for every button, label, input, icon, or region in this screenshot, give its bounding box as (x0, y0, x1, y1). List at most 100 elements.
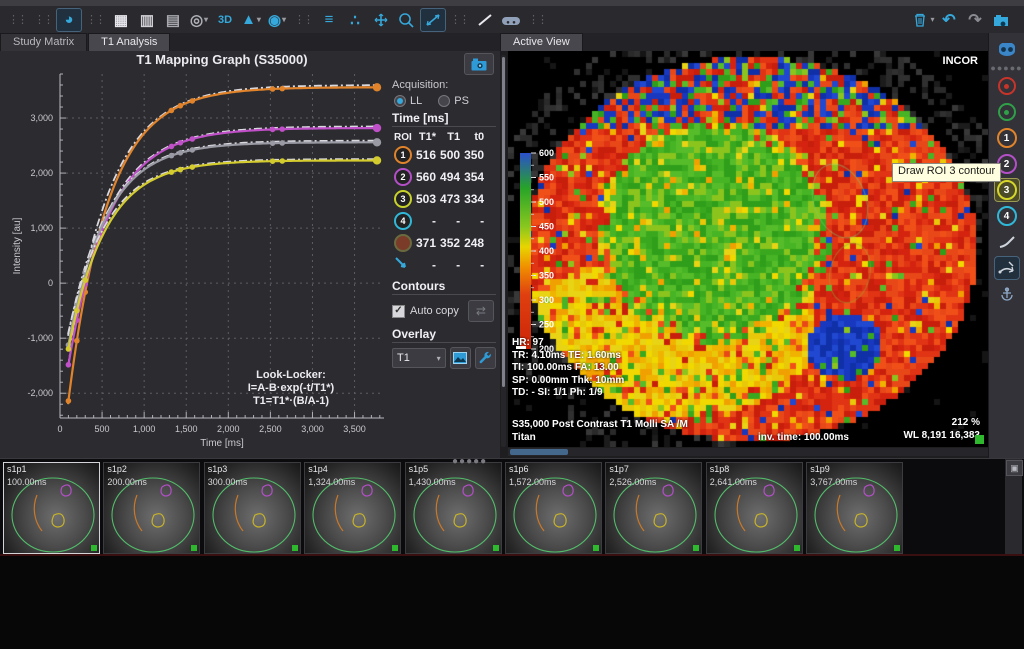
colorbar-tick-label: 450 (539, 222, 554, 232)
chevron-down-icon: ▾ (204, 15, 208, 24)
molecule-icon[interactable]: ∴ (343, 9, 367, 31)
active-view-viewport[interactable]: 600550500450400350300250200 INCOR HR: 97… (508, 51, 988, 447)
thumbnail-time: 1,324.00ms (308, 477, 355, 487)
thumbnail-status-square (493, 545, 499, 551)
thumbnail-s1p9[interactable]: s1p93,767.00ms (806, 462, 903, 554)
curve-tool[interactable] (995, 231, 1019, 253)
table-row: 371352248 (392, 232, 486, 254)
data-point (373, 83, 381, 91)
thumbnail-s1p2[interactable]: s1p2200.00ms (103, 462, 200, 554)
roi-4-button[interactable]: 4 (995, 205, 1019, 227)
value-cell: 354 (462, 166, 486, 188)
chart-title: T1 Mapping Graph (S35000) (136, 52, 307, 67)
left-tabbar: Study MatrixT1 Analysis (0, 33, 500, 51)
measure-line-icon[interactable] (473, 9, 497, 31)
toolbar-grip[interactable]: ⋮⋮ (528, 13, 546, 26)
panel-splitter-scrollbar[interactable] (501, 55, 506, 447)
filmstrip-grip[interactable]: ●●●●● (452, 456, 487, 467)
globe-icon[interactable]: ◉▾ (265, 9, 289, 31)
thumbnail-s1p6[interactable]: s1p61,572.00ms (505, 462, 602, 554)
overlay-settings-button[interactable] (475, 347, 496, 369)
undo-icon[interactable]: ↶ (937, 9, 961, 31)
chart-snapshot-button[interactable] (464, 53, 494, 75)
filmstrip-scrollbar[interactable]: ▣ (1005, 459, 1022, 555)
radio-dot (394, 95, 406, 107)
anchor-tool[interactable] (995, 283, 1019, 305)
zoom-icon[interactable] (395, 9, 419, 31)
data-point (270, 140, 276, 146)
study-matrix-icon[interactable]: ▦ (109, 9, 133, 31)
angle-tool[interactable] (995, 257, 1019, 279)
data-point (178, 103, 184, 109)
tooltip: Draw ROI 3 contour (892, 163, 1001, 182)
roi-1-button[interactable]: 1 (995, 127, 1019, 149)
thumbnail-s1p8[interactable]: s1p82,641.00ms (706, 462, 803, 554)
overlay-type-select[interactable]: T1 ▾ (392, 348, 446, 368)
roi-4-icon: 4 (394, 212, 412, 230)
coil-icon[interactable]: ◎▾ (187, 9, 211, 31)
3d-icon[interactable]: 3D (213, 9, 237, 31)
value-cell: 350 (462, 144, 486, 166)
tab-t1-analysis[interactable]: T1 Analysis (88, 33, 170, 51)
column-header: ROI (392, 130, 414, 144)
acquisition-radio-ll[interactable]: LL (394, 95, 422, 107)
redo-icon[interactable]: ↷ (963, 9, 987, 31)
scan-info-line: HR: 97 (512, 337, 624, 350)
thumbnail-time: 1,430.00ms (409, 477, 456, 487)
data-point (74, 308, 80, 314)
acquisition-radio-ps[interactable]: PS (438, 95, 469, 107)
auto-copy-checkbox[interactable]: ✓ (392, 305, 405, 318)
image-icon (453, 352, 467, 364)
tab-study-matrix[interactable]: Study Matrix (0, 33, 87, 51)
data-point (279, 86, 285, 92)
epi-contour-tool[interactable] (995, 101, 1019, 123)
toolbar-grip[interactable]: ⋮⋮ (450, 13, 468, 26)
delete-icon[interactable]: ▾ (911, 9, 935, 31)
interpolate-line-icon[interactable] (421, 9, 445, 31)
camera-icon (471, 58, 487, 71)
data-point (270, 86, 276, 92)
roi-3-button[interactable]: 3 (995, 179, 1019, 201)
roi-number-icon: 4 (997, 206, 1017, 226)
value-cell: - (462, 254, 486, 275)
tab-active-view[interactable]: Active View (500, 33, 583, 51)
roi-2-icon: 2 (394, 168, 412, 186)
overlay-map-button[interactable] (450, 347, 471, 369)
viewer-layout-icon[interactable]: ▤ (161, 9, 185, 31)
view-horizontal-scrollbar[interactable] (508, 448, 988, 456)
radio-label: LL (410, 95, 422, 107)
toolbar-grip[interactable]: ⋮⋮ (294, 13, 312, 26)
value-cell: 500 (438, 144, 462, 166)
t1-mapping-chart[interactable]: T1 Mapping Graph (S35000)05001,0001,5002… (8, 52, 394, 456)
thumbnail-s1p7[interactable]: s1p72,526.00ms (605, 462, 702, 554)
toolbar-grip[interactable]: ⋮⋮ (8, 13, 26, 26)
scan-info-line: TD: - SI: 1/1 Ph: 1/9 (512, 387, 624, 400)
patient-browser-icon[interactable]: ◕ (57, 9, 81, 31)
roi-3-icon: 3 (394, 190, 412, 208)
thumbnail-s1p1[interactable]: s1p1100.00ms (3, 462, 100, 554)
mpr-icon[interactable]: ▲▾ (239, 9, 263, 31)
thumbnail-s1p5[interactable]: s1p51,430.00ms (405, 462, 502, 554)
filmstrip: s1p1100.00mss1p2200.00mss1p3300.00mss1p4… (0, 458, 1024, 557)
toolbar-grip[interactable]: ⋮⋮ (86, 13, 104, 26)
stack-icon[interactable]: ≡ (317, 9, 341, 31)
cine-mask-icon[interactable] (499, 9, 523, 31)
endo-contour-tool[interactable] (995, 75, 1019, 97)
contour-ring-icon (998, 103, 1016, 121)
thumbnail-s1p4[interactable]: s1p41,324.00ms (304, 462, 401, 554)
snapshot-icon[interactable] (989, 9, 1013, 31)
split-layout-icon[interactable]: ▥ (135, 9, 159, 31)
toolbar-grip[interactable]: ⋮⋮ (34, 13, 52, 26)
cine-mask-tool[interactable] (995, 39, 1019, 61)
sidebar-grip[interactable]: ●●●●● (990, 63, 1022, 73)
y-tick-label: -2,000 (27, 388, 53, 398)
thumbnail-s1p3[interactable]: s1p3300.00ms (204, 462, 301, 554)
value-cell: - (414, 254, 438, 275)
copy-contours-button[interactable]: ⇄ (468, 300, 494, 322)
thumbnail-time: 200.00ms (107, 477, 147, 487)
contour-ring-dot (1004, 110, 1009, 115)
scan-info-block: HR: 97TR: 4.10ms TE: 1.60msTI: 100.00ms … (512, 337, 624, 400)
pan-icon[interactable] (369, 9, 393, 31)
filmstrip-pin-button[interactable]: ▣ (1006, 460, 1023, 476)
data-point (373, 156, 381, 164)
